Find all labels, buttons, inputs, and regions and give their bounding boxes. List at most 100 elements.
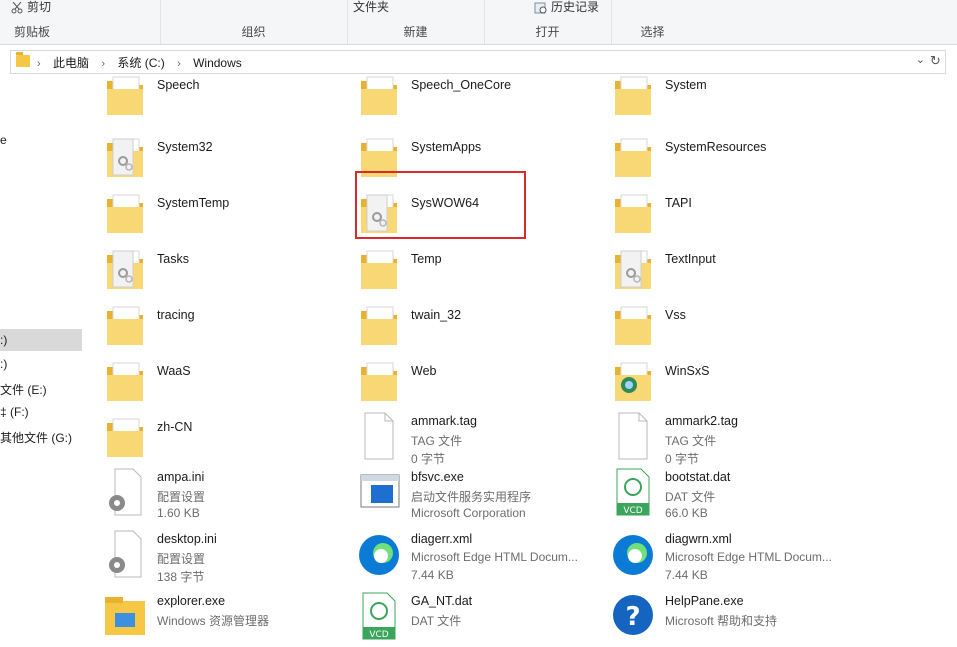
new-label: 新建 (403, 25, 428, 39)
file-icon: VCD (357, 591, 401, 641)
file-icon (103, 467, 147, 517)
new-folder-button[interactable]: 文件夹 (353, 0, 389, 15)
file-item-tracing[interactable]: tracing (95, 299, 345, 355)
file-icon (611, 529, 655, 579)
file-icon: ? (611, 591, 655, 641)
file-item-bootstat-dat[interactable]: VCD bootstat.dat DAT 文件 66.0 KB (603, 467, 853, 523)
file-name: twain_32 (411, 308, 462, 322)
history-button[interactable]: 历史记录 (534, 0, 599, 15)
folder-icon (103, 411, 147, 461)
organize-label: 组织 (241, 25, 266, 39)
file-item-zh-cn[interactable]: zh-CN (95, 411, 345, 467)
file-size: 7.44 KB (665, 568, 708, 582)
open-group: 历史记录 打开 (484, 0, 612, 44)
file-item-winsxs[interactable]: WinSxS (603, 355, 853, 411)
file-item-ampa-ini[interactable]: ampa.ini 配置设置 1.60 KB (95, 467, 345, 523)
file-item-tapi[interactable]: TAPI (603, 187, 853, 243)
file-item-twain-32[interactable]: twain_32 (349, 299, 599, 355)
breadcrumb-drive-c[interactable]: 系统 (C:) (117, 56, 164, 70)
chevron-down-icon[interactable]: ⌄ (916, 53, 925, 66)
file-icon (357, 529, 401, 579)
breadcrumb-this-pc[interactable]: 此电脑 (53, 56, 89, 70)
file-icon (611, 411, 655, 461)
folder-icon (103, 187, 147, 237)
file-item-speech-onecore[interactable]: Speech_OneCore (349, 69, 599, 125)
file-icon (103, 529, 147, 579)
file-item-vss[interactable]: Vss (603, 299, 853, 355)
folder-icon (611, 299, 655, 349)
folder-icon (103, 69, 147, 119)
file-type: Microsoft Edge HTML Docum... (411, 550, 578, 564)
file-item-desktop-ini[interactable]: desktop.ini 配置设置 138 字节 (95, 529, 345, 585)
file-size: 1.60 KB (157, 506, 200, 520)
file-item-diagerr-xml[interactable]: diagerr.xml Microsoft Edge HTML Docum... 7… (349, 529, 599, 585)
file-type: Windows 资源管理器 (157, 614, 270, 628)
svg-text:VCD: VCD (369, 630, 388, 640)
file-type: 启动文件服务实用程序 (411, 490, 532, 504)
file-name: bootstat.dat (665, 470, 731, 484)
file-item-explorer-exe[interactable]: explorer.exe Windows 资源管理器 (95, 591, 345, 647)
folder-icon (611, 355, 655, 405)
file-item-textinput[interactable]: TextInput (603, 243, 853, 299)
file-item-systemresources[interactable]: SystemResources (603, 131, 853, 187)
nav-item-drive-d[interactable]: :) (0, 357, 7, 371)
nav-item-drive-g[interactable]: 其他文件 (G:) (0, 429, 72, 446)
file-list: Speech Speech_OneCore System System32 System… (95, 75, 957, 640)
file-item-system[interactable]: System (603, 69, 853, 125)
chevron-right-icon: › (37, 58, 41, 70)
file-name: SystemApps (411, 140, 482, 154)
file-type: 配置设置 (157, 490, 206, 504)
folder-icon (357, 243, 401, 293)
new-group: 文件夹 新建 (347, 0, 485, 44)
file-name: SystemTemp (157, 196, 230, 210)
file-item-waas[interactable]: WaaS (95, 355, 345, 411)
file-item-ammark-tag[interactable]: ammark.tag TAG 文件 0 字节 (349, 411, 599, 467)
file-item-bfsvc-exe[interactable]: bfsvc.exe 启动文件服务实用程序 Microsoft Corporation (349, 467, 599, 523)
file-type: Microsoft Edge HTML Docum... (665, 550, 832, 564)
file-type: 配置设置 (157, 552, 206, 566)
clipboard-label: 剪贴板 (14, 25, 51, 39)
file-name: desktop.ini (157, 532, 217, 546)
file-name: ammark2.tag (665, 414, 738, 428)
organize-group: 组织 (160, 0, 348, 44)
file-name: Speech_OneCore (411, 78, 512, 92)
file-item-tasks[interactable]: Tasks (95, 243, 345, 299)
file-item-web[interactable]: Web (349, 355, 599, 411)
file-name: explorer.exe (157, 594, 226, 608)
svg-text:VCD: VCD (623, 506, 642, 516)
file-item-systemtemp[interactable]: SystemTemp (95, 187, 345, 243)
nav-item-drive-c[interactable]: :) (0, 333, 7, 347)
clipboard-group: 剪切 剪贴板 (0, 0, 161, 44)
file-item-speech[interactable]: Speech (95, 69, 345, 125)
file-name: ammark.tag (411, 414, 477, 428)
file-item-ga-nt-dat[interactable]: VCD GA_NT.dat DAT 文件 (349, 591, 599, 647)
file-name: GA_NT.dat (411, 594, 473, 608)
open-label: 打开 (535, 25, 560, 39)
refresh-icon[interactable]: ↻ (930, 53, 941, 69)
nav-item-drive-e[interactable]: 文件 (E:) (0, 381, 47, 398)
cut-button[interactable]: 剪切 (10, 0, 51, 15)
file-item-helppane-exe[interactable]: ? HelpPane.exe Microsoft 帮助和支持 (603, 591, 853, 647)
folder-icon (16, 52, 30, 67)
file-icon: VCD (611, 467, 655, 517)
file-size: Microsoft Corporation (411, 506, 526, 520)
folder-icon (611, 131, 655, 181)
cut-label: 剪切 (27, 0, 52, 14)
file-item-diagwrn-xml[interactable]: diagwrn.xml Microsoft Edge HTML Docum... 7… (603, 529, 853, 585)
file-name: diagerr.xml (411, 532, 473, 546)
file-type: DAT 文件 (411, 614, 462, 628)
folder-icon (611, 69, 655, 119)
nav-item-drive-f[interactable]: ‡ (F:) (0, 405, 29, 419)
file-item-ammark2-tag[interactable]: ammark2.tag TAG 文件 0 字节 (603, 411, 853, 467)
file-name: WaaS (157, 364, 191, 378)
file-name: diagwrn.xml (665, 532, 732, 546)
file-item-temp[interactable]: Temp (349, 243, 599, 299)
file-item-system32[interactable]: System32 (95, 131, 345, 187)
file-name: bfsvc.exe (411, 470, 464, 484)
folder-icon (611, 243, 655, 293)
selected-nav-highlight (0, 329, 82, 351)
breadcrumb-windows[interactable]: Windows (193, 56, 242, 70)
scissors-icon (10, 1, 24, 14)
folder-icon (611, 187, 655, 237)
nav-item[interactable]: e (0, 133, 7, 147)
